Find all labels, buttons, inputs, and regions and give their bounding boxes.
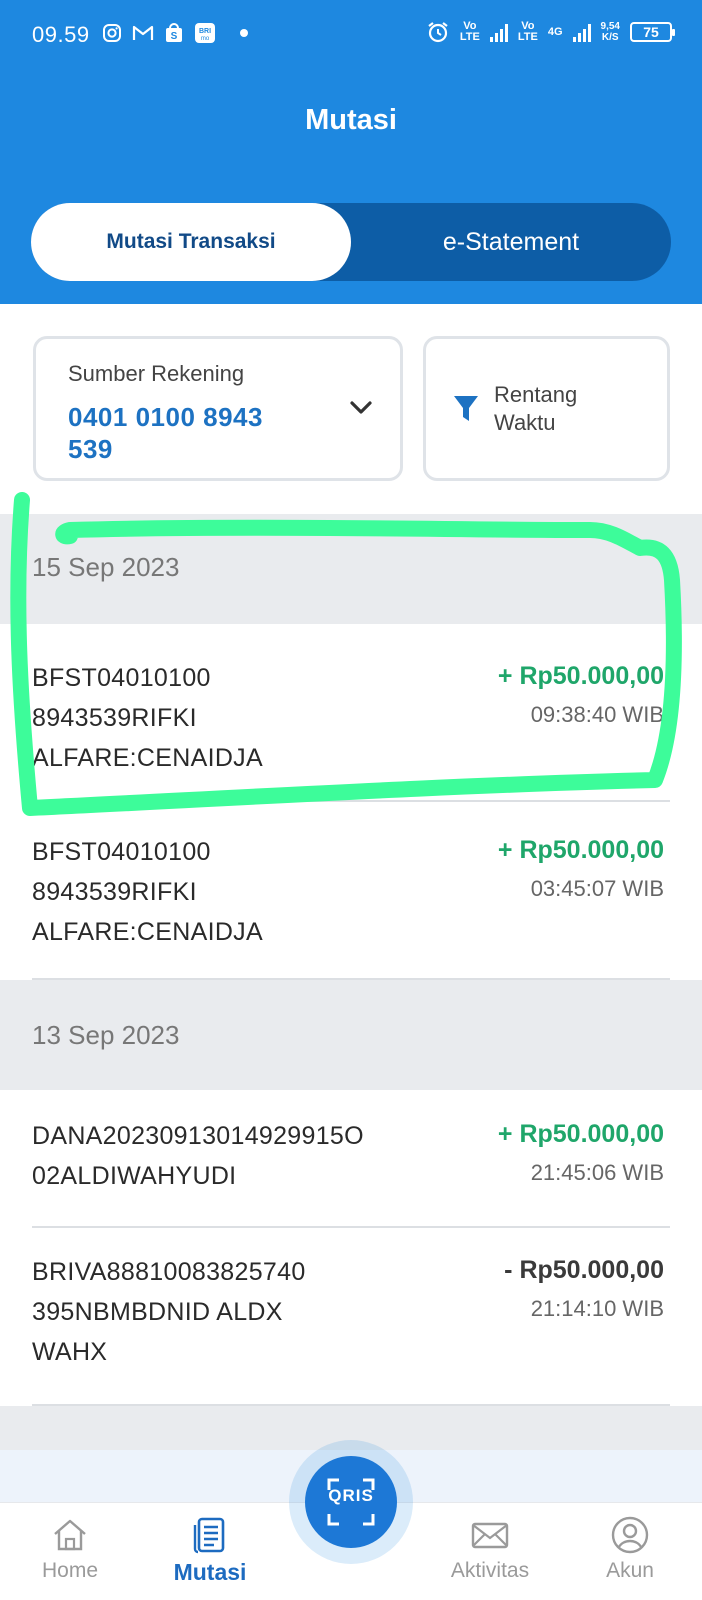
battery-level: 75 <box>643 24 659 40</box>
transaction-row[interactable]: BRIVA88810083825740 395NBMBDNID ALDX WAH… <box>0 1228 702 1406</box>
home-icon <box>54 1519 86 1551</box>
date-header: 15 Sep 2023 <box>0 514 702 624</box>
date-header: 13 Sep 2023 <box>0 980 702 1090</box>
app-header: 09.59 S BRI mo Vo LTE Vo LTE 4G 9,54 K/S 75 … <box>0 0 702 304</box>
description-line: 8943539RIFKI <box>32 704 197 732</box>
speed-value: 9,54 <box>600 21 620 32</box>
nav-label: Akun <box>606 1559 654 1582</box>
description-line: DANA20230913014929915O <box>32 1122 364 1150</box>
transaction-row[interactable]: DANA20230913014929915O 02ALDIWAHYUDI + R… <box>0 1090 702 1228</box>
signal-icon-1 <box>489 22 508 42</box>
transaction-time: 21:45:06 WIB <box>530 1160 664 1185</box>
network-speed: 9,54 K/S <box>601 21 620 43</box>
account-source-dropdown[interactable]: Sumber Rekening 0401 0100 8943 539 <box>33 336 403 481</box>
system-status: Vo LTE Vo LTE 4G 9,54 K/S 75 <box>426 20 675 44</box>
view-tabs: Mutasi Transaksi e-Statement <box>31 203 671 281</box>
transaction-amount: - Rp50.000,00 <box>504 1256 664 1284</box>
more-notifications-dot <box>240 29 248 37</box>
qris-scan-button[interactable]: QRIS <box>305 1456 397 1548</box>
user-icon <box>611 1516 649 1554</box>
volte-label-2: Vo LTE <box>517 20 538 43</box>
transaction-row[interactable]: BFST04010100 8943539RIFKI ALFARE:CENAIDJ… <box>0 624 702 802</box>
filter-icon <box>454 396 478 421</box>
chevron-down-icon <box>350 401 372 414</box>
nav-label: Mutasi <box>173 1559 247 1585</box>
description-line: 395NBMBDNID ALDX <box>32 1298 283 1326</box>
description-line: ALFARE:CENAIDJA <box>32 918 263 946</box>
transaction-description: BFST04010100 8943539RIFKI ALFARE:CENAIDJ… <box>32 658 412 778</box>
alarm-icon <box>428 22 448 43</box>
qris-label: QRIS <box>328 1486 374 1505</box>
page-title: Mutasi <box>305 104 397 136</box>
transaction-description: BRIVA88810083825740 395NBMBDNID ALDX WAH… <box>32 1252 412 1372</box>
transaction-description: BFST04010100 8943539RIFKI ALFARE:CENAIDJ… <box>32 832 412 952</box>
svg-text:mo: mo <box>201 36 210 42</box>
network-4g-label: 4G <box>547 25 563 38</box>
range-label: Rentang Waktu <box>494 382 578 435</box>
time-range-filter[interactable]: Rentang Waktu <box>423 336 670 481</box>
nav-home[interactable]: Home <box>0 1503 140 1600</box>
signal-icon-2 <box>572 22 591 42</box>
date-label: 13 Sep 2023 <box>32 1020 180 1050</box>
description-line: BRIVA88810083825740 <box>32 1258 306 1286</box>
nav-label: Home <box>41 1559 99 1582</box>
tab-e-statement[interactable]: e-Statement <box>351 203 671 281</box>
description-line: ALFARE:CENAIDJA <box>32 744 263 772</box>
transaction-description: DANA20230913014929915O 02ALDIWAHYUDI <box>32 1116 412 1196</box>
nav-aktivitas[interactable]: Aktivitas <box>420 1503 560 1600</box>
description-line: 8943539RIFKI <box>32 878 197 906</box>
nav-mutasi[interactable]: Mutasi <box>140 1503 280 1600</box>
nav-label: Aktivitas <box>450 1559 530 1582</box>
mail-icon <box>471 1522 509 1549</box>
brimo-icon: BRImo <box>195 23 215 43</box>
status-time: 09.59 <box>32 22 90 47</box>
volte-label-1: Vo LTE <box>459 20 480 43</box>
mutasi-icon <box>193 1517 225 1554</box>
transaction-amount: + Rp50.000,00 <box>497 1120 664 1148</box>
tab-mutasi-transaksi[interactable]: Mutasi Transaksi <box>31 203 351 281</box>
gmail-icon <box>132 25 154 40</box>
svg-text:BRI: BRI <box>199 28 211 35</box>
description-line: WAHX <box>32 1338 108 1366</box>
transaction-amount: + Rp50.000,00 <box>497 662 664 690</box>
description-line: BFST04010100 <box>32 664 211 692</box>
transaction-row[interactable]: BFST04010100 8943539RIFKI ALFARE:CENAIDJ… <box>0 802 702 980</box>
source-account-number: 0401 0100 8943 539 <box>68 402 263 464</box>
transaction-amount: + Rp50.000,00 <box>497 836 664 864</box>
notification-icons: S BRI mo <box>102 22 248 44</box>
transaction-time: 21:14:10 WIB <box>530 1296 664 1321</box>
nav-akun[interactable]: Akun <box>560 1503 700 1600</box>
transaction-time: 09:38:40 WIB <box>530 702 664 727</box>
transaction-time: 03:45:07 WIB <box>530 876 664 901</box>
description-line: 02ALDIWAHYUDI <box>32 1162 237 1190</box>
instagram-icon <box>103 24 121 42</box>
source-label: Sumber Rekening <box>68 361 245 386</box>
svg-text:S: S <box>171 31 178 42</box>
description-line: BFST04010100 <box>32 838 211 866</box>
speed-unit: K/S <box>601 32 619 43</box>
date-label: 15 Sep 2023 <box>32 552 180 582</box>
battery-icon: 75 <box>630 22 675 42</box>
shop-icon: S <box>166 23 182 42</box>
status-bar: 09.59 S BRI mo Vo LTE Vo LTE 4G 9,54 K/S 75 <box>0 0 702 70</box>
